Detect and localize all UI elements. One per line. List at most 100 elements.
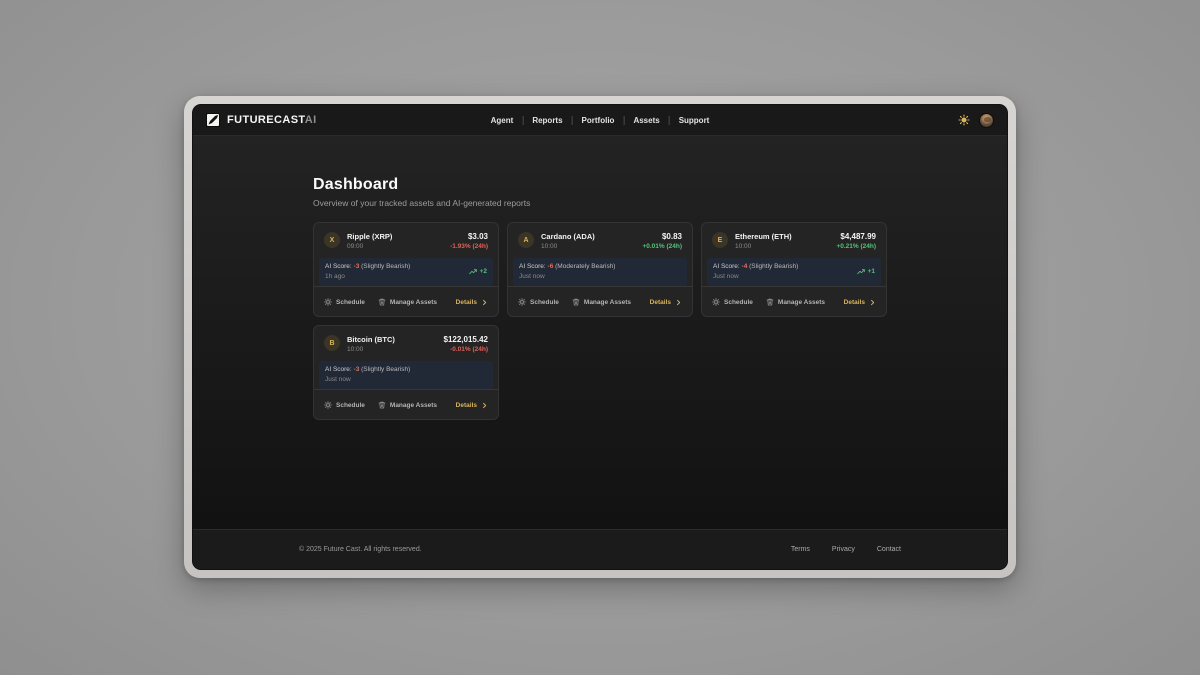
trending-up-icon	[857, 268, 865, 276]
asset-cards-grid: X Ripple (XRP) 09:00 $3.03 -1.93% (24h)	[313, 222, 887, 420]
copyright-text: © 2025 Future Cast. All rights reserved.	[299, 546, 422, 553]
trash-icon	[766, 298, 774, 306]
coin-name: Ripple (XRP)	[347, 232, 392, 241]
futurecast-app: FUTURECASTAI Agent Reports Portfolio Ass…	[192, 104, 1008, 570]
ai-updated: Just now	[325, 375, 410, 384]
sun-icon[interactable]	[958, 114, 970, 126]
ai-score-value: -3	[354, 366, 360, 373]
chevron-right-icon	[869, 299, 876, 306]
app-window: FUTURECASTAI Agent Reports Portfolio Ass…	[184, 96, 1016, 578]
coin-badge: X	[324, 232, 340, 248]
asset-card-btc: B Bitcoin (BTC) 10:00 $122,015.42 -0.01%…	[313, 325, 499, 420]
nav-item-support[interactable]: Support	[670, 116, 719, 125]
ai-sentiment: (Slightly Bearish)	[361, 366, 410, 373]
manage-assets-button[interactable]: Manage Assets	[378, 401, 437, 409]
ai-updated: Just now	[713, 272, 798, 281]
footer-link-contact[interactable]: Contact	[877, 546, 901, 553]
ai-score-label: AI Score:	[713, 263, 740, 270]
schedule-button[interactable]: Schedule	[324, 298, 365, 306]
trash-icon	[378, 401, 386, 409]
ai-score-label: AI Score:	[519, 263, 546, 270]
ai-score-label: AI Score:	[325, 263, 352, 270]
ai-score-label: AI Score:	[325, 366, 352, 373]
trash-icon	[378, 298, 386, 306]
footer-links: Terms Privacy Contact	[791, 546, 901, 553]
nav-item-assets[interactable]: Assets	[624, 116, 668, 125]
details-button[interactable]: Details	[456, 299, 488, 306]
coin-change: +0.21% (24h)	[836, 242, 876, 251]
app-footer: © 2025 Future Cast. All rights reserved.…	[193, 529, 1007, 569]
footer-link-privacy[interactable]: Privacy	[832, 546, 855, 553]
schedule-button[interactable]: Schedule	[712, 298, 753, 306]
nav-item-agent[interactable]: Agent	[482, 116, 523, 125]
pen-logo-icon	[206, 113, 220, 127]
manage-assets-button[interactable]: Manage Assets	[378, 298, 437, 306]
trend-indicator: +1	[857, 268, 875, 276]
ai-score-value: -3	[354, 263, 360, 270]
coin-time: 09:00	[347, 242, 392, 251]
coin-badge: E	[712, 232, 728, 248]
ai-updated: Just now	[519, 272, 615, 281]
coin-badge: A	[518, 232, 534, 248]
ai-score-value: -6	[548, 263, 554, 270]
nav-item-portfolio[interactable]: Portfolio	[573, 116, 624, 125]
footer-link-terms[interactable]: Terms	[791, 546, 810, 553]
coin-time: 10:00	[347, 345, 395, 354]
chevron-right-icon	[481, 402, 488, 409]
coin-badge: B	[324, 335, 340, 351]
coin-name: Bitcoin (BTC)	[347, 335, 395, 344]
topbar-actions	[958, 113, 994, 128]
card-actions: Schedule Manage Assets Details	[314, 286, 498, 317]
top-navigation-bar: FUTURECASTAI Agent Reports Portfolio Ass…	[193, 105, 1007, 136]
manage-assets-button[interactable]: Manage Assets	[766, 298, 825, 306]
card-actions: Schedule Manage Assets Details	[702, 286, 886, 317]
asset-card-eth: E Ethereum (ETH) 10:00 $4,487.99 +0.21% …	[701, 222, 887, 317]
coin-price: $3.03	[450, 232, 488, 241]
ai-sentiment: (Slightly Bearish)	[361, 263, 410, 270]
page-subtitle: Overview of your tracked assets and AI-g…	[313, 198, 887, 208]
ai-score-panel: AI Score: -6 (Moderately Bearish) Just n…	[513, 258, 687, 286]
coin-time: 10:00	[541, 242, 595, 251]
card-header: E Ethereum (ETH) 10:00 $4,487.99 +0.21% …	[702, 232, 886, 251]
card-header: A Cardano (ADA) 10:00 $0.83 +0.01% (24h)	[508, 232, 692, 251]
gear-icon	[324, 401, 332, 409]
chevron-right-icon	[675, 299, 682, 306]
details-button[interactable]: Details	[650, 299, 682, 306]
coin-price: $122,015.42	[444, 335, 489, 344]
coin-change: -1.93% (24h)	[450, 242, 488, 251]
ai-score-panel: AI Score: -4 (Slightly Bearish) Just now…	[707, 258, 881, 286]
coin-price: $0.83	[642, 232, 682, 241]
coin-change: -0.01% (24h)	[444, 345, 489, 354]
coin-price: $4,487.99	[836, 232, 876, 241]
details-button[interactable]: Details	[456, 402, 488, 409]
schedule-button[interactable]: Schedule	[518, 298, 559, 306]
page-title: Dashboard	[313, 176, 887, 194]
ai-sentiment: (Moderately Bearish)	[555, 263, 615, 270]
nav-item-reports[interactable]: Reports	[523, 116, 571, 125]
schedule-button[interactable]: Schedule	[324, 401, 365, 409]
card-actions: Schedule Manage Assets Details	[314, 389, 498, 420]
card-header: B Bitcoin (BTC) 10:00 $122,015.42 -0.01%…	[314, 335, 498, 354]
gear-icon	[518, 298, 526, 306]
brand-wordmark: FUTURECASTAI	[227, 114, 317, 126]
ai-score-panel: AI Score: -3 (Slightly Bearish) Just now	[319, 361, 493, 389]
coin-time: 10:00	[735, 242, 792, 251]
trending-up-icon	[469, 268, 477, 276]
brand-logo[interactable]: FUTURECASTAI	[206, 113, 317, 127]
details-button[interactable]: Details	[844, 299, 876, 306]
card-actions: Schedule Manage Assets Details	[508, 286, 692, 317]
chevron-right-icon	[481, 299, 488, 306]
trend-indicator: +2	[469, 268, 487, 276]
ai-score-value: -4	[742, 263, 748, 270]
coin-change: +0.01% (24h)	[642, 242, 682, 251]
asset-card-ada: A Cardano (ADA) 10:00 $0.83 +0.01% (24h)	[507, 222, 693, 317]
card-header: X Ripple (XRP) 09:00 $3.03 -1.93% (24h)	[314, 232, 498, 251]
manage-assets-button[interactable]: Manage Assets	[572, 298, 631, 306]
ai-updated: 1h ago	[325, 272, 410, 281]
main-content: Dashboard Overview of your tracked asset…	[193, 136, 1007, 529]
coin-name: Cardano (ADA)	[541, 232, 595, 241]
avatar[interactable]	[979, 113, 994, 128]
ai-score-panel: AI Score: -3 (Slightly Bearish) 1h ago +…	[319, 258, 493, 286]
asset-card-xrp: X Ripple (XRP) 09:00 $3.03 -1.93% (24h)	[313, 222, 499, 317]
trash-icon	[572, 298, 580, 306]
